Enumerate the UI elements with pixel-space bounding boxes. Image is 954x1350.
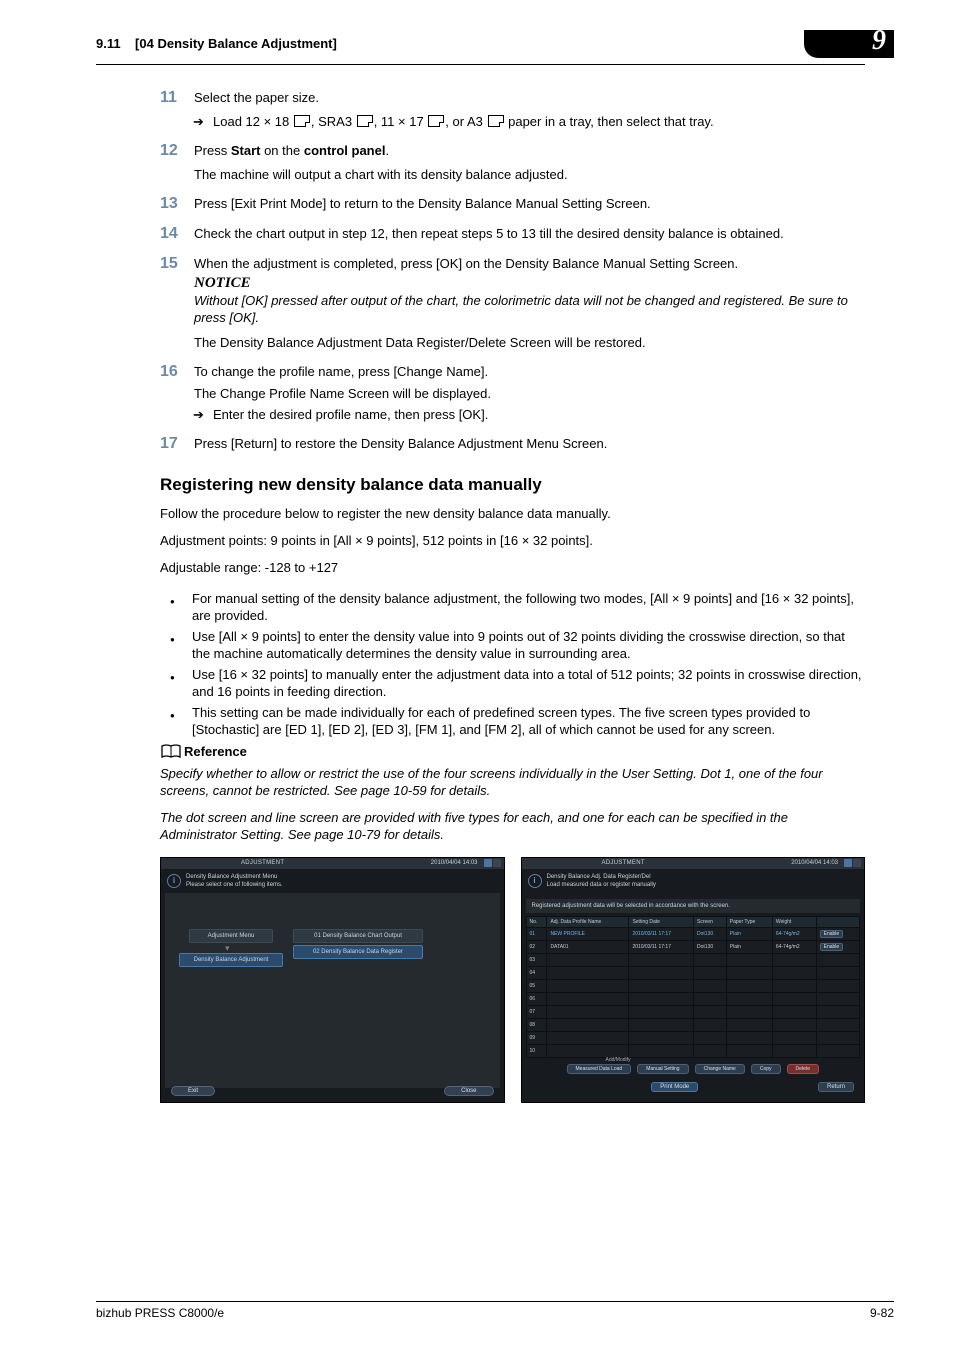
table-row[interactable]: 01NEW PROFILE2010/03/11 17:17Dot130Plain… <box>526 928 860 941</box>
change-name-button[interactable]: Change Name <box>695 1064 745 1074</box>
enable-button[interactable]: Enable <box>820 930 844 938</box>
table-row[interactable]: 06 <box>526 993 860 1006</box>
s1-title: ADJUSTMENT <box>241 860 284 866</box>
exit-button[interactable]: Exit <box>171 1086 215 1096</box>
chapter-badge: 9 <box>804 30 894 58</box>
th-weight: Weight <box>772 917 816 928</box>
book-icon <box>160 744 182 763</box>
return-button[interactable]: Return <box>818 1082 854 1092</box>
step-16-sub1: The Change Profile Name Screen will be d… <box>194 385 865 402</box>
bullet-item: Use [All × 9 points] to enter the densit… <box>160 628 865 662</box>
help-icon <box>493 859 501 867</box>
notice-body: Without [OK] pressed after output of the… <box>194 292 865 326</box>
step-16-text: To change the profile name, press [Chang… <box>194 363 865 380</box>
reference-p2: The dot screen and line screen are provi… <box>160 809 865 843</box>
crumb-density-balance[interactable]: Density Balance Adjustment <box>179 953 283 967</box>
tray-icon <box>484 859 492 867</box>
th-enable <box>816 917 859 928</box>
step-number-16: 16 <box>160 363 194 381</box>
th-date: Setting Date <box>629 917 694 928</box>
bullet-item: For manual setting of the density balanc… <box>160 590 865 624</box>
reference-heading: Reference <box>160 744 865 763</box>
s2-note: Registered adjustment data will be selec… <box>526 899 861 913</box>
step-15-sub2: The Density Balance Adjustment Data Regi… <box>194 334 865 351</box>
crumb-adjustment-menu[interactable]: Adjustment Menu <box>189 929 273 943</box>
table-row[interactable]: 08 <box>526 1019 860 1032</box>
th-screen: Screen <box>694 917 727 928</box>
table-row[interactable]: 07 <box>526 1006 860 1019</box>
s2-info-2: Load measured data or register manually <box>547 881 656 889</box>
step-11-subitem: Load 12 × 18 , SRA3 , 11 × 17 , or A3 pa… <box>213 113 865 130</box>
screenshot-row: ADJUSTMENT 2010/04/04 14:03 i Density Ba… <box>160 857 865 1103</box>
info-icon: i <box>167 874 181 888</box>
footer-page-number: 9-82 <box>870 1306 894 1320</box>
s2-info-1: Density Balance Adj. Data Register/Del <box>547 873 656 881</box>
th-paper: Paper Type <box>726 917 772 928</box>
copy-button[interactable]: Copy <box>751 1064 781 1074</box>
footer-model: bizhub PRESS C8000/e <box>96 1306 224 1320</box>
section-title: [04 Density Balance Adjustment] <box>135 36 337 51</box>
step-12-sub: The machine will output a chart with its… <box>194 166 865 183</box>
delete-button[interactable]: Delete <box>787 1064 819 1074</box>
subsection-heading: Registering new density balance data man… <box>160 475 865 495</box>
section2-p3: Adjustable range: -128 to +127 <box>160 559 865 576</box>
sheet-icon <box>488 115 504 127</box>
step-number-14: 14 <box>160 225 194 243</box>
section2-p1: Follow the procedure below to register t… <box>160 505 865 522</box>
close-button[interactable]: Close <box>444 1086 493 1096</box>
s2-title: ADJUSTMENT <box>602 860 645 866</box>
section-number: 9.11 <box>96 36 121 51</box>
step-16-sub2: Enter the desired profile name, then pre… <box>213 406 865 423</box>
bullet-item: Use [16 × 32 points] to manually enter t… <box>160 666 865 700</box>
manual-setting-button[interactable]: Manual Setting <box>637 1064 688 1074</box>
sheet-icon <box>294 115 310 127</box>
screenshot-register: ADJUSTMENT 2010/04/04 14:03 i Density Ba… <box>521 857 866 1103</box>
step-17-text: Press [Return] to restore the Density Ba… <box>194 435 865 452</box>
info-icon: i <box>528 874 542 888</box>
step-12-text: Press Start on the control panel. <box>194 142 865 159</box>
s1-info-2: Please select one of following items. <box>186 881 283 889</box>
sheet-icon <box>357 115 373 127</box>
option-data-register[interactable]: 02 Density Balance Data Register <box>293 945 423 959</box>
header-section: 9.11 [04 Density Balance Adjustment] <box>96 34 337 51</box>
step-number-13: 13 <box>160 195 194 213</box>
tray-icon <box>844 859 852 867</box>
th-no: No. <box>526 917 547 928</box>
step-11-text: Select the paper size. <box>194 89 865 106</box>
table-row[interactable]: 10 <box>526 1045 860 1058</box>
enable-button[interactable]: Enable <box>820 943 844 951</box>
table-row[interactable]: 03 <box>526 954 860 967</box>
step-number-12: 12 <box>160 142 194 160</box>
step-number-11: 11 <box>160 89 194 107</box>
table-row[interactable]: 09 <box>526 1032 860 1045</box>
print-mode-button[interactable]: Print Mode <box>651 1082 698 1092</box>
bullet-item: This setting can be made individually fo… <box>160 704 865 738</box>
table-row[interactable]: 02DATA012010/03/11 17:17Dot130Plain64-74… <box>526 941 860 954</box>
step-14-text: Check the chart output in step 12, then … <box>194 225 865 242</box>
table-row[interactable]: 04 <box>526 967 860 980</box>
s1-datetime: 2010/04/04 14:03 <box>431 860 478 866</box>
bullet-list: For manual setting of the density balanc… <box>160 590 865 738</box>
notice-heading: NOTICE <box>194 275 865 292</box>
reference-p1: Specify whether to allow or restrict the… <box>160 765 865 799</box>
s2-datetime: 2010/04/04 14:03 <box>791 860 838 866</box>
measured-data-load-button[interactable]: Measured Data Load <box>567 1064 632 1074</box>
addmodify-label: Add/Modify <box>606 1057 631 1063</box>
s1-info-1: Density Balance Adjustment Menu <box>186 873 283 881</box>
step-number-15: 15 <box>160 255 194 273</box>
option-chart-output[interactable]: 01 Density Balance Chart Output <box>293 929 423 943</box>
header-rule <box>96 64 865 65</box>
table-row[interactable]: 05 <box>526 980 860 993</box>
section2-p2: Adjustment points: 9 points in [All × 9 … <box>160 532 865 549</box>
step-13-text: Press [Exit Print Mode] to return to the… <box>194 195 865 212</box>
screenshot-menu: ADJUSTMENT 2010/04/04 14:03 i Density Ba… <box>160 857 505 1103</box>
th-name: Adj. Data Profile Name <box>547 917 629 928</box>
profile-table: No. Adj. Data Profile Name Setting Date … <box>526 916 861 1058</box>
sheet-icon <box>428 115 444 127</box>
page-footer: bizhub PRESS C8000/e 9-82 <box>96 1295 894 1321</box>
help-icon <box>853 859 861 867</box>
step-15-text: When the adjustment is completed, press … <box>194 255 865 272</box>
step-number-17: 17 <box>160 435 194 453</box>
